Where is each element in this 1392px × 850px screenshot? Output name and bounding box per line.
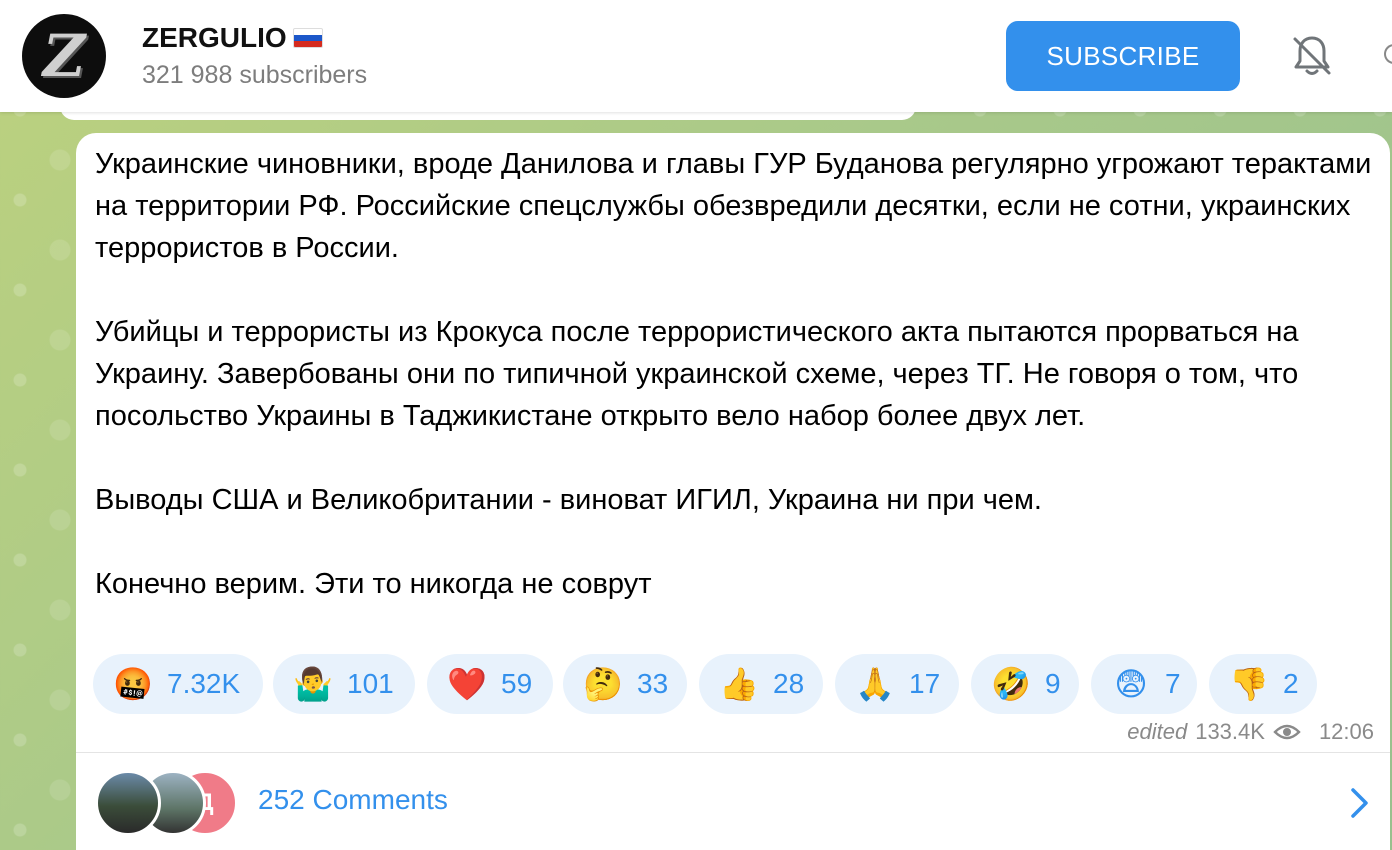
russia-flag-icon xyxy=(292,28,323,48)
reaction-count: 17 xyxy=(909,668,941,699)
reaction-count: 33 xyxy=(637,668,669,699)
view-count: 133.4K xyxy=(1195,719,1265,744)
reaction-count: 7.32K xyxy=(167,668,241,699)
comments-count-label: 252 Comments xyxy=(258,784,448,815)
thumbs-down-emoji: 👎 xyxy=(1229,666,1269,702)
eye-icon xyxy=(1273,724,1301,740)
heart-emoji: ❤️ xyxy=(447,666,487,702)
reaction-shrug[interactable]: 🤷‍♂️ 101 xyxy=(273,654,415,714)
edited-label: edited xyxy=(1127,719,1188,744)
channel-name[interactable]: ZERGULIO xyxy=(142,22,323,54)
reactions-bar: 🤬 7.32K 🤷‍♂️ 101 ❤️ 59 🤔 33 👍 28 🙏 17 🤣 … xyxy=(93,654,1383,714)
reaction-angry[interactable]: 🤬 7.32K xyxy=(93,654,263,714)
folded-hands-emoji: 🙏 xyxy=(855,666,895,702)
reaction-pray[interactable]: 🙏 17 xyxy=(835,654,959,714)
reaction-count: 7 xyxy=(1165,668,1181,699)
reaction-count: 9 xyxy=(1045,668,1061,699)
bell-muted-icon[interactable] xyxy=(1288,32,1336,80)
chevron-right-icon xyxy=(1351,788,1368,818)
thinking-face-emoji: 🤔 xyxy=(583,666,623,702)
shrug-emoji: 🤷‍♂️ xyxy=(293,666,333,702)
message-bubble: Украинские чиновники, вроде Данилова и г… xyxy=(76,133,1390,850)
subscribe-button[interactable]: SUBSCRIBE xyxy=(1006,21,1240,91)
rofl-emoji: 🤣 xyxy=(991,666,1031,702)
reaction-rofl[interactable]: 🤣 9 xyxy=(971,654,1079,714)
reaction-thumbs-up[interactable]: 👍 28 xyxy=(699,654,823,714)
thumbs-up-emoji: 👍 xyxy=(719,666,759,702)
message-time: 12:06 xyxy=(1318,719,1374,744)
message-text: Украинские чиновники, вроде Данилова и г… xyxy=(95,148,1372,600)
channel-header: Z ZERGULIO 321 988 subscribers SUBSCRIBE xyxy=(0,0,1392,112)
fearful-face-emoji: 😨 xyxy=(1114,666,1148,702)
reaction-thumbs-down[interactable]: 👎 2 xyxy=(1209,654,1317,714)
more-icon[interactable] xyxy=(1384,44,1392,64)
reaction-count: 2 xyxy=(1283,668,1299,699)
subscriber-count: 321 988 subscribers xyxy=(142,61,368,89)
reaction-count: 28 xyxy=(773,668,805,699)
avatar-letter: Z xyxy=(42,22,86,90)
message-meta: edited 133.4K 12:06 xyxy=(1127,717,1374,747)
channel-avatar[interactable]: Z xyxy=(22,14,106,98)
reaction-thinking[interactable]: 🤔 33 xyxy=(563,654,687,714)
angry-face-emoji: 🤬 xyxy=(113,666,153,702)
reaction-fearful[interactable]: 😨 7 xyxy=(1091,654,1197,714)
reaction-count: 59 xyxy=(501,668,533,699)
comments-button[interactable]: Д 252 Comments xyxy=(76,753,1390,850)
commenter-avatar xyxy=(95,770,161,836)
channel-name-label: ZERGULIO xyxy=(142,22,287,53)
reaction-count: 101 xyxy=(347,668,394,699)
reaction-heart[interactable]: ❤️ 59 xyxy=(427,654,553,714)
